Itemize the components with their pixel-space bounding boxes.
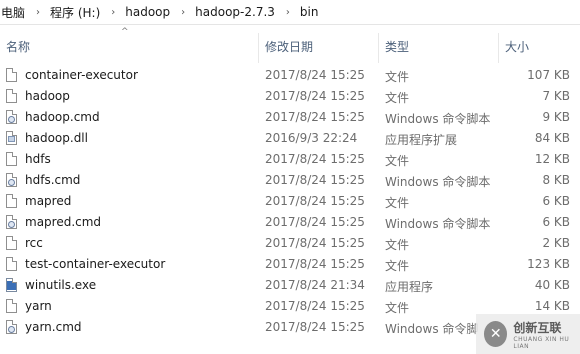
file-size: 107 KB <box>527 68 570 82</box>
file-row[interactable]: hdfs 2017/8/24 15:25 文件 12 KB <box>0 149 580 170</box>
file-icon <box>6 152 17 166</box>
breadcrumb-item-drive[interactable]: 程序 (H:) <box>49 4 101 21</box>
breadcrumb: 电脑 › 程序 (H:) › hadoop › hadoop-2.7.3 › b… <box>0 0 580 25</box>
file-modified-date: 2017/8/24 15:25 <box>265 173 365 187</box>
file-type: 应用程序 <box>385 280 434 294</box>
file-type: 文件 <box>385 196 410 210</box>
exe-icon <box>6 278 17 292</box>
file-row[interactable]: hadoop 2017/8/24 15:25 文件 7 KB <box>0 86 580 107</box>
file-modified-date: 2017/8/24 15:25 <box>265 194 365 208</box>
file-size: 123 KB <box>527 257 570 271</box>
file-type: 文件 <box>385 91 410 105</box>
file-modified-date: 2017/8/24 21:34 <box>265 278 365 292</box>
file-icon <box>6 299 17 313</box>
cmd-script-icon <box>6 173 17 187</box>
file-row[interactable]: hdfs.cmd 2017/8/24 15:25 Windows 命令脚本 8 KB <box>0 170 580 191</box>
file-type: Windows 命令脚 <box>385 322 479 336</box>
file-size: 9 KB <box>542 110 570 124</box>
file-modified-date: 2017/8/24 15:25 <box>265 299 365 313</box>
column-divider[interactable] <box>378 33 379 63</box>
chevron-right-icon[interactable]: › <box>181 7 185 18</box>
file-size: 84 KB <box>534 131 570 145</box>
cmd-script-icon <box>6 320 17 334</box>
column-divider[interactable] <box>498 33 499 63</box>
brand-logo-icon: ✕ <box>484 321 508 347</box>
file-type: Windows 命令脚本 <box>385 175 491 189</box>
breadcrumb-item-hadoop[interactable]: hadoop <box>124 5 171 19</box>
column-header-size[interactable]: 大小 <box>505 38 529 55</box>
column-header-type[interactable]: 类型 <box>385 38 409 55</box>
file-modified-date: 2017/8/24 15:25 <box>265 110 365 124</box>
column-divider[interactable] <box>258 33 259 63</box>
cmd-script-icon <box>6 215 17 229</box>
file-modified-date: 2016/9/3 22:24 <box>265 131 358 145</box>
file-icon <box>6 68 17 82</box>
file-size: 7 KB <box>542 89 570 103</box>
file-size: 6 KB <box>542 215 570 229</box>
file-name: mapred.cmd <box>25 215 102 229</box>
file-name: hadoop.dll <box>25 131 88 145</box>
file-type: 文件 <box>385 154 410 168</box>
file-name: container-executor <box>25 68 138 82</box>
file-name: hdfs.cmd <box>25 173 81 187</box>
breadcrumb-item-computer[interactable]: 电脑 <box>0 4 26 21</box>
file-icon <box>6 257 17 271</box>
file-size: 12 KB <box>534 152 570 166</box>
file-icon <box>6 89 17 103</box>
watermark-text: 创新互联 <box>513 320 562 335</box>
file-modified-date: 2017/8/24 15:25 <box>265 236 365 250</box>
dll-icon <box>6 131 17 145</box>
file-row[interactable]: rcc 2017/8/24 15:25 文件 2 KB <box>0 233 580 254</box>
file-modified-date: 2017/8/24 15:25 <box>265 215 365 229</box>
file-modified-date: 2017/8/24 15:25 <box>265 320 365 334</box>
file-type: 文件 <box>385 301 410 315</box>
file-type: 文件 <box>385 259 410 273</box>
file-name: hdfs <box>25 152 51 166</box>
file-type: 应用程序扩展 <box>385 133 458 147</box>
file-modified-date: 2017/8/24 15:25 <box>265 68 365 82</box>
watermark: ✕ 创新互联 CHUANG XIN HU LIAN <box>476 314 580 354</box>
file-name: hadoop <box>25 89 70 103</box>
file-size: 14 KB <box>534 299 570 313</box>
file-name: yarn <box>25 299 52 313</box>
file-row[interactable]: container-executor 2017/8/24 15:25 文件 107 K… <box>0 65 580 86</box>
file-modified-date: 2017/8/24 15:25 <box>265 152 365 166</box>
file-icon <box>6 194 17 208</box>
file-name: rcc <box>25 236 43 250</box>
file-type: Windows 命令脚本 <box>385 217 491 231</box>
file-row[interactable]: hadoop.dll 2016/9/3 22:24 应用程序扩展 84 KB <box>0 128 580 149</box>
chevron-right-icon[interactable]: › <box>36 7 40 18</box>
file-row[interactable]: test-container-executor 2017/8/24 15:25 文件… <box>0 254 580 275</box>
file-size: 8 KB <box>542 173 570 187</box>
file-row[interactable]: hadoop.cmd 2017/8/24 15:25 Windows 命令脚本 9 K… <box>0 107 580 128</box>
file-size: 6 KB <box>542 194 570 208</box>
watermark-subtext: CHUANG XIN HU LIAN <box>513 335 570 350</box>
file-name: mapred <box>25 194 72 208</box>
file-row[interactable]: mapred.cmd 2017/8/24 15:25 Windows 命令脚本 6 K… <box>0 212 580 233</box>
file-icon <box>6 236 17 250</box>
column-header-bar: ^ 名称 修改日期 类型 大小 <box>0 25 580 65</box>
file-modified-date: 2017/8/24 15:25 <box>265 89 365 103</box>
file-name: hadoop.cmd <box>25 110 100 124</box>
file-row[interactable]: mapred 2017/8/24 15:25 文件 6 KB <box>0 191 580 212</box>
chevron-right-icon[interactable]: › <box>286 7 290 18</box>
file-modified-date: 2017/8/24 15:25 <box>265 257 365 271</box>
breadcrumb-item-hadoop-version[interactable]: hadoop-2.7.3 <box>194 5 276 19</box>
breadcrumb-item-bin[interactable]: bin <box>299 5 320 19</box>
file-name: test-container-executor <box>25 257 166 271</box>
column-header-modified[interactable]: 修改日期 <box>265 38 313 55</box>
sort-ascending-icon: ^ <box>121 27 129 37</box>
file-type: Windows 命令脚本 <box>385 112 491 126</box>
file-type: 文件 <box>385 238 410 252</box>
chevron-right-icon[interactable]: › <box>111 7 115 18</box>
file-size: 2 KB <box>542 236 570 250</box>
cmd-script-icon <box>6 110 17 124</box>
file-type: 文件 <box>385 70 410 84</box>
file-name: winutils.exe <box>25 278 97 292</box>
file-size: 40 KB <box>534 278 570 292</box>
column-header-name[interactable]: 名称 <box>6 38 30 55</box>
file-row[interactable]: winutils.exe 2017/8/24 21:34 应用程序 40 KB <box>0 275 580 296</box>
file-name: yarn.cmd <box>25 320 82 334</box>
